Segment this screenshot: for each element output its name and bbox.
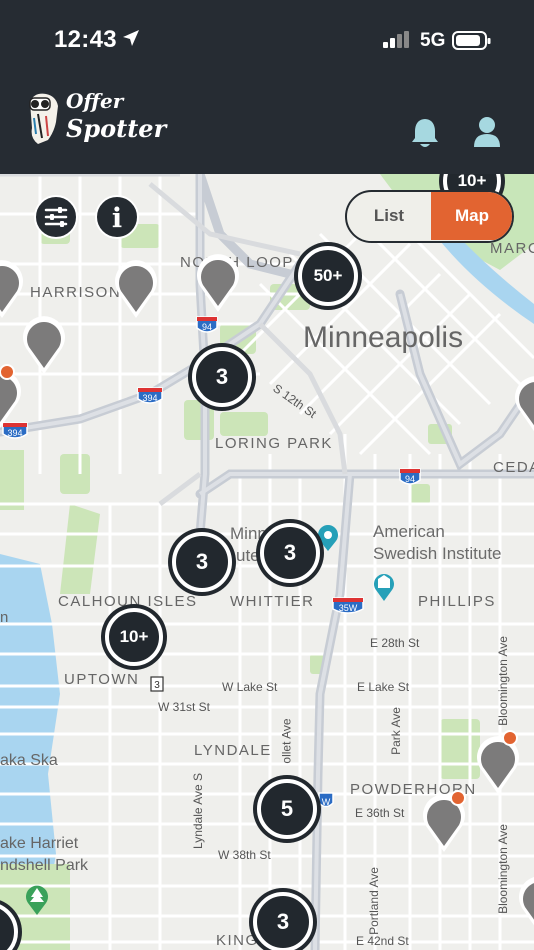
park-label-lake-harriet-1: ake Harriet bbox=[0, 835, 79, 852]
list-view-tab[interactable]: List bbox=[347, 192, 431, 240]
state-route-3-shield-icon: 3 bbox=[150, 676, 164, 692]
lake-label-bde-maka-ska: aka Ska bbox=[0, 752, 58, 769]
sliders-icon bbox=[44, 207, 68, 227]
logo-text-spotter: Spotter bbox=[66, 114, 167, 143]
place-cluster[interactable]: 10+ bbox=[105, 608, 163, 666]
street-label-nicollet-ave: ollet Ave bbox=[279, 718, 294, 764]
city-label-minneapolis: Minneapolis bbox=[303, 321, 464, 354]
status-bar: 12:43 5G bbox=[0, 0, 534, 72]
street-label-w-lake: W Lake St bbox=[222, 680, 278, 694]
street-label-e36th: E 36th St bbox=[355, 806, 405, 820]
map-view-tab[interactable]: Map bbox=[431, 192, 512, 240]
neighborhood-label-harrison: HARRISON bbox=[30, 284, 122, 301]
binoculars-mascot-icon bbox=[29, 93, 58, 144]
place-cluster[interactable]: 3 bbox=[172, 532, 232, 592]
location-arrow-icon bbox=[123, 30, 139, 46]
street-label-w31st: W 31st St bbox=[158, 700, 211, 714]
street-label-bloomington-ave-2: Bloomington Ave bbox=[495, 824, 510, 914]
place-cluster[interactable]: 3 bbox=[260, 523, 320, 583]
street-label-park-ave: Park Ave bbox=[388, 707, 403, 755]
neighborhood-label-uptown: UPTOWN bbox=[64, 671, 140, 688]
info-icon: i bbox=[111, 203, 123, 234]
neighborhood-label-cedar: CEDA bbox=[493, 459, 534, 476]
shield-394a-text: 394 bbox=[142, 393, 157, 403]
neighborhood-label-whittier: WHITTIER bbox=[230, 593, 315, 610]
map-view[interactable]: Minneapolis HARRISON NORTH LOOP MARC LOR… bbox=[0, 174, 534, 950]
view-toggle[interactable]: List Map bbox=[345, 190, 514, 243]
label-lake-n: n bbox=[0, 609, 10, 626]
place-pin[interactable] bbox=[0, 254, 26, 320]
shield-94a-text: 94 bbox=[202, 322, 212, 332]
place-pin[interactable] bbox=[112, 254, 160, 320]
park-poi-icon[interactable] bbox=[24, 884, 50, 916]
network-type: 5G bbox=[420, 30, 446, 51]
place-pin[interactable] bbox=[20, 310, 68, 376]
place-pin[interactable] bbox=[512, 370, 534, 436]
street-label-e42nd: E 42nd St bbox=[356, 934, 409, 948]
poi-label-american-swedish-2: Swedish Institute bbox=[373, 544, 502, 563]
place-cluster[interactable]: 50+ bbox=[298, 246, 358, 306]
street-label-e28th: E 28th St bbox=[370, 636, 420, 650]
notification-bell-icon[interactable] bbox=[410, 116, 440, 150]
neighborhood-label-kingfield: KING bbox=[216, 932, 259, 949]
interstate-94-shield-icon: 94 bbox=[196, 316, 218, 333]
place-cluster[interactable]: 3 bbox=[253, 892, 313, 950]
shield-94b-text: 94 bbox=[405, 474, 415, 484]
neighborhood-label-loring-park: LORING PARK bbox=[215, 435, 333, 452]
interstate-94-shield-2-icon: 94 bbox=[399, 468, 421, 485]
filter-button[interactable] bbox=[34, 195, 78, 239]
poi-label-minnea-2: ute bbox=[236, 546, 260, 565]
logo-text-offer: Offer bbox=[66, 89, 124, 113]
user-profile-icon[interactable] bbox=[472, 116, 502, 148]
place-pin-new[interactable] bbox=[0, 364, 24, 430]
info-button[interactable]: i bbox=[95, 195, 139, 239]
shield-35w-b-text: W bbox=[322, 797, 331, 807]
park-label-lake-harriet-2: ndshell Park bbox=[0, 857, 89, 874]
neighborhood-label-phillips: PHILLIPS bbox=[418, 593, 496, 610]
street-label-e-lake: E Lake St bbox=[357, 680, 410, 694]
neighborhood-label-lyndale: LYNDALE bbox=[194, 742, 272, 759]
place-pin[interactable] bbox=[516, 870, 534, 936]
street-label-bloomington-ave-1: Bloomington Ave bbox=[495, 636, 510, 726]
place-cluster[interactable]: 5 bbox=[257, 779, 317, 839]
place-cluster[interactable]: 3 bbox=[192, 347, 252, 407]
shield-35w-text: 35W bbox=[339, 603, 358, 613]
shield-3-text: 3 bbox=[154, 680, 160, 691]
poi-label-american-swedish-1: American bbox=[373, 522, 445, 541]
street-label-lyndale-ave: Lyndale Ave S bbox=[191, 772, 206, 850]
neighborhood-label-marcy: MARC bbox=[490, 240, 534, 257]
place-pin-new[interactable] bbox=[474, 730, 522, 796]
app-header: Offer Spotter bbox=[0, 72, 534, 174]
street-label-w38th: W 38th St bbox=[218, 848, 271, 862]
interstate-35w-shield-2-icon: W bbox=[318, 792, 334, 808]
museum-poi-icon-2[interactable] bbox=[372, 572, 396, 602]
place-pin-new[interactable] bbox=[420, 788, 468, 854]
place-pin[interactable] bbox=[194, 248, 242, 314]
status-time: 12:43 bbox=[54, 26, 117, 53]
cellular-signal-icon bbox=[383, 31, 409, 48]
interstate-394-shield-icon: 394 bbox=[137, 387, 163, 404]
offer-spotter-logo[interactable]: Offer Spotter bbox=[24, 88, 166, 152]
interstate-35w-shield-icon: 35W bbox=[332, 597, 364, 614]
street-label-portland-ave: Portland Ave bbox=[366, 867, 381, 935]
neighborhood-label-calhoun-isles: CALHOUN ISLES bbox=[58, 593, 198, 610]
battery-icon bbox=[452, 31, 491, 50]
